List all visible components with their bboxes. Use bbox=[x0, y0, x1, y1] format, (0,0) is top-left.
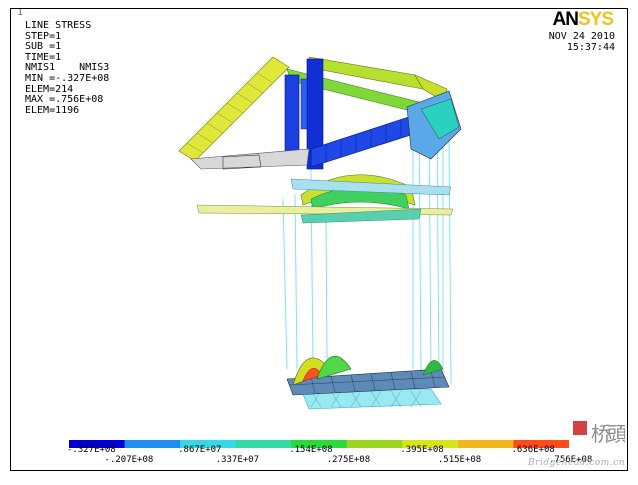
watermark: 桥 頭 Bridgehead.com.cn bbox=[528, 419, 627, 468]
upper-deck bbox=[190, 148, 310, 170]
legend-label-top: .154E+08 bbox=[289, 445, 333, 455]
legend-label-bottom: .515E+08 bbox=[437, 455, 482, 465]
legend-label-bottom: .275E+08 bbox=[326, 455, 371, 465]
legend-swatch bbox=[124, 440, 181, 448]
member-left-diagonal bbox=[178, 56, 290, 162]
legend-label-top: .867E+07 bbox=[178, 445, 222, 455]
fe-model-plot[interactable] bbox=[11, 9, 628, 471]
graphics-window[interactable]: 1 LINE STRESS STEP=1 SUB =1 TIME=1 NMIS1… bbox=[10, 8, 628, 471]
svg-text:頭: 頭 bbox=[607, 422, 625, 446]
legend-label-bottom: .337E+07 bbox=[215, 455, 260, 465]
legend-label-bottom: -.207E+08 bbox=[104, 455, 154, 465]
legend-swatch bbox=[235, 440, 292, 448]
legend-swatch bbox=[346, 440, 403, 448]
legend-swatch bbox=[457, 440, 514, 448]
legend-label-top: .395E+08 bbox=[400, 445, 444, 455]
watermark-url: Bridgehead.com.cn bbox=[528, 458, 625, 468]
post-brace bbox=[300, 78, 308, 130]
diagonal-strut bbox=[310, 112, 424, 168]
legend-label-top: -.327E+08 bbox=[67, 445, 116, 455]
watermark-seal: 桥 頭 bbox=[567, 419, 627, 453]
